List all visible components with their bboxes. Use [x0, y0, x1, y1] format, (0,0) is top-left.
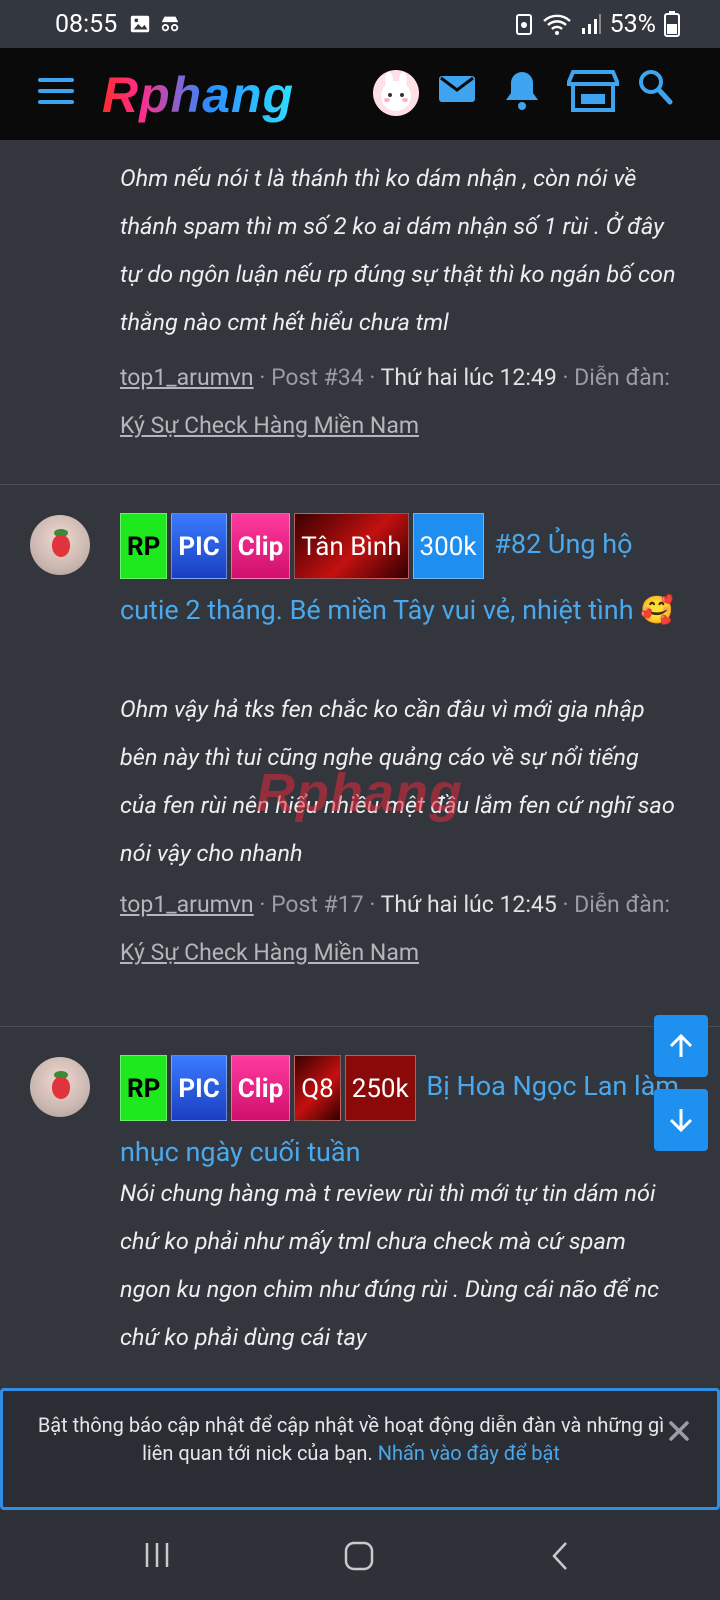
arrow-up-icon	[669, 1033, 693, 1057]
store-icon[interactable]	[567, 68, 619, 114]
forum-label: Diễn đàn:	[574, 891, 670, 918]
scroll-top-button[interactable]	[654, 1015, 708, 1077]
tag-rp: RP	[120, 513, 168, 579]
mail-icon[interactable]	[437, 68, 477, 108]
search-result-post: RP PIC Clip Q8 250k Bị Hoa Ngọc Lan làm nhục…	[0, 1027, 720, 1387]
post-meta: top1_arumvn · Post #34 · Thứ hai lúc 12:…	[120, 364, 670, 439]
notice-text: Bật thông báo cập nhật để cập nhật về ho…	[31, 1411, 671, 1467]
forum-link[interactable]: Ký Sự Check Hàng Miền Nam	[120, 939, 419, 966]
status-bar: 08:55 53%	[0, 0, 720, 48]
tag-location: Q8	[294, 1055, 341, 1121]
post-number: Post #34	[271, 364, 364, 391]
clock: 08:55	[55, 9, 118, 39]
author-link[interactable]: top1_arumvn	[120, 364, 254, 391]
search-result-post: Ohm nếu nói t là thánh thì ko dám nhận ,…	[0, 140, 720, 485]
post-snippet[interactable]: Ohm nếu nói t là thánh thì ko dám nhận ,…	[120, 154, 680, 346]
tag-price: 300k	[412, 513, 484, 579]
watermark-logo: Rphang	[256, 763, 463, 823]
search-result-post: RP PIC Clip Tân Bình 300k #82 Ủng hộ cutie 2…	[0, 485, 720, 1027]
battery-icon	[664, 11, 680, 37]
bell-icon[interactable]	[503, 68, 541, 112]
push-notice-banner: Bật thông báo cập nhật để cập nhật về ho…	[0, 1388, 720, 1510]
post-meta: top1_arumvn · Post #17 · Thứ hai lúc 12:…	[120, 891, 670, 966]
wifi-icon	[542, 14, 571, 35]
post-time: Thứ hai lúc 12:49	[380, 364, 557, 391]
post-number: Post #17	[271, 891, 364, 918]
gallery-icon	[131, 15, 150, 33]
notice-message: Bật thông báo cập nhật để cập nhật về ho…	[37, 1413, 665, 1465]
tag-clip: Clip	[230, 1055, 291, 1121]
thread-title-line[interactable]: RP PIC Clip Tân Bình 300k #82 Ủng hộ cutie 2…	[120, 513, 680, 641]
signal-icon	[581, 14, 601, 34]
menu-icon[interactable]	[38, 78, 74, 108]
recent-apps-icon[interactable]	[142, 1540, 172, 1570]
system-nav-bar	[0, 1510, 720, 1600]
close-icon[interactable]	[665, 1417, 693, 1445]
tag-rp: RP	[120, 1055, 168, 1121]
tag-price: 250k	[344, 1055, 416, 1121]
battery-saver-icon	[515, 14, 532, 35]
tag-pic: PIC	[171, 513, 227, 579]
home-icon[interactable]	[343, 1540, 375, 1572]
tag-clip: Clip	[230, 513, 291, 579]
enable-notifications-link[interactable]: Nhấn vào đây để bật	[378, 1441, 560, 1465]
user-avatar[interactable]	[373, 70, 419, 116]
forum-link[interactable]: Ký Sự Check Hàng Miền Nam	[120, 412, 419, 439]
poster-avatar[interactable]	[30, 1057, 90, 1117]
battery-percent: 53%	[609, 9, 656, 39]
arrow-down-icon	[669, 1109, 693, 1133]
author-link[interactable]: top1_arumvn	[120, 891, 254, 918]
search-icon[interactable]	[637, 68, 673, 108]
tag-location: Tân Bình	[294, 513, 409, 579]
thread-title-line[interactable]: RP PIC Clip Q8 250k Bị Hoa Ngọc Lan làm nhục…	[120, 1055, 680, 1183]
post-snippet[interactable]: Nói chung hàng mà t review rùi thì mới t…	[120, 1169, 680, 1361]
tag-pic: PIC	[171, 1055, 227, 1121]
poster-avatar[interactable]	[30, 515, 90, 575]
post-time: Thứ hai lúc 12:45	[380, 891, 557, 918]
back-icon[interactable]	[548, 1540, 572, 1572]
site-logo[interactable]: Rphang	[102, 66, 294, 124]
forum-label: Diễn đàn:	[574, 364, 670, 391]
scroll-bottom-button[interactable]	[654, 1089, 708, 1151]
incognito-icon	[162, 16, 179, 32]
